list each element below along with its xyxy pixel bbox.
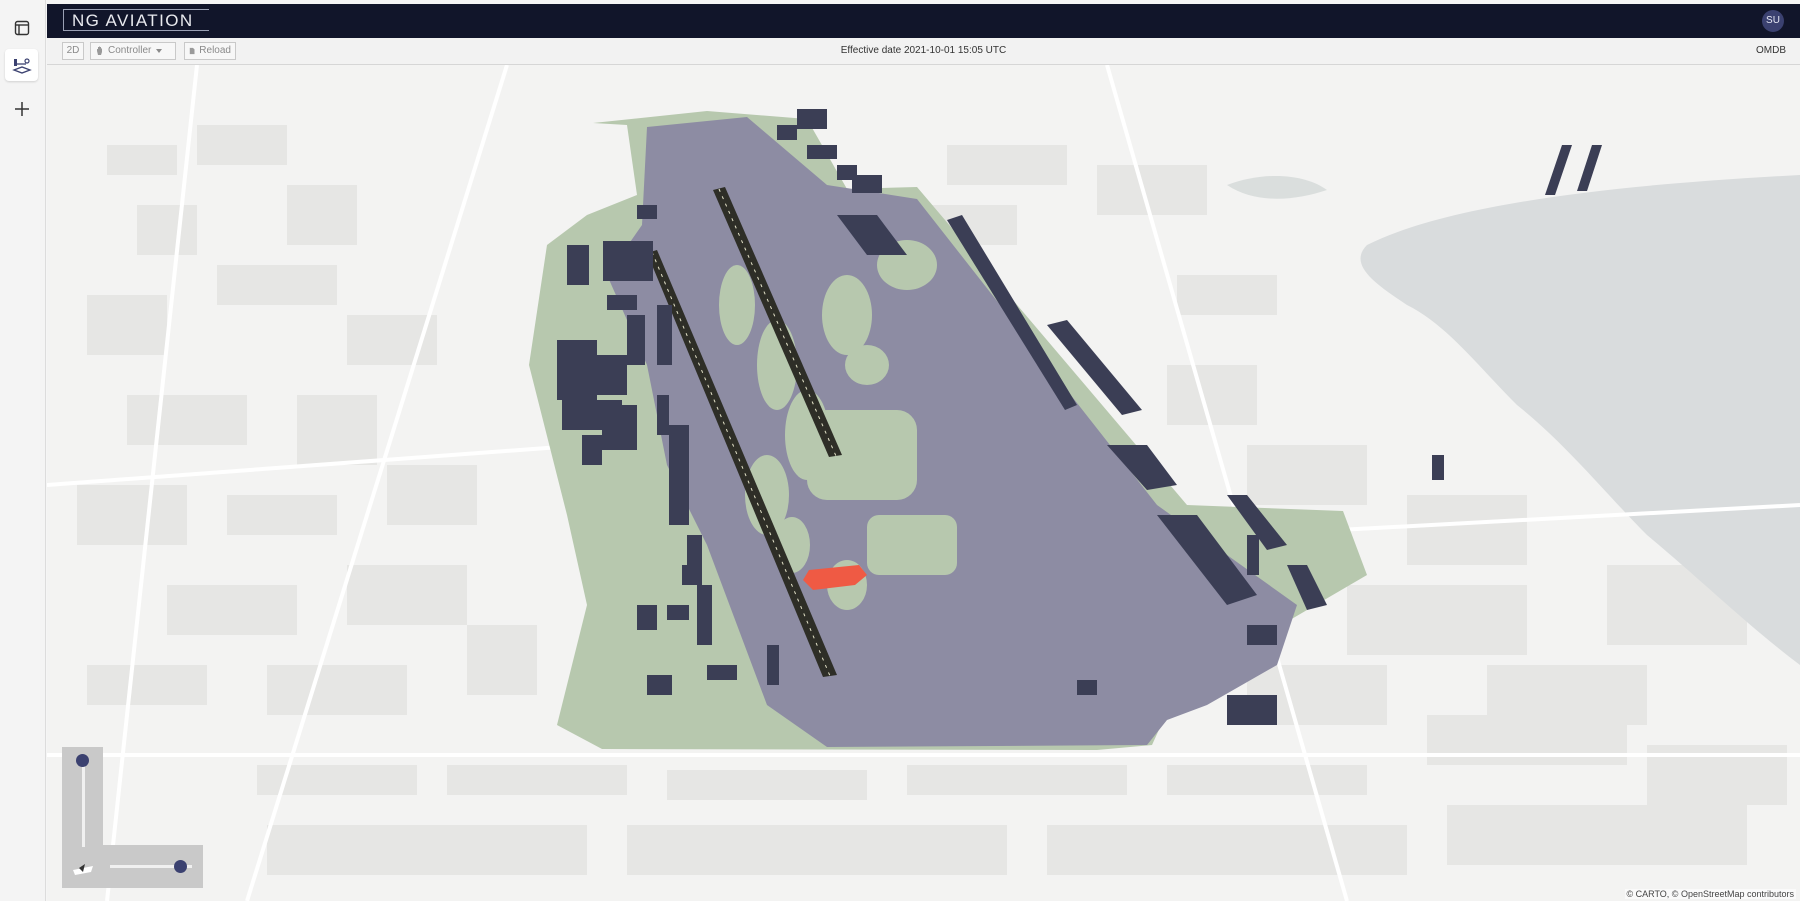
user-avatar[interactable]: SU: [1762, 10, 1784, 32]
left-rail: [0, 0, 46, 901]
zoom-slider-handle[interactable]: [76, 754, 89, 767]
app-logo[interactable]: NG AVIATION: [63, 9, 209, 31]
map-layers-icon[interactable]: [5, 49, 38, 81]
pitch-slider-handle[interactable]: [174, 860, 187, 873]
navigation-controls: [62, 747, 203, 888]
map-attribution[interactable]: © CARTO, © OpenStreetMap contributors: [1624, 889, 1796, 899]
map-3d-view[interactable]: © CARTO, © OpenStreetMap contributors: [47, 65, 1800, 901]
app-header: NG AVIATION SU: [47, 4, 1800, 38]
airport-code: OMDB: [1756, 45, 1786, 56]
map-toolbar: 2D Controller Reload Effective date 2021…: [47, 38, 1800, 65]
panel-toggle-icon[interactable]: [5, 12, 38, 44]
zoom-slider-track[interactable]: [82, 759, 85, 847]
effective-date: Effective date 2021-10-01 15:05 UTC: [840, 45, 1007, 56]
compass-icon[interactable]: [70, 856, 96, 880]
map-canvas[interactable]: [47, 65, 1800, 901]
logo-underline: [63, 30, 209, 31]
add-icon[interactable]: [5, 93, 38, 125]
